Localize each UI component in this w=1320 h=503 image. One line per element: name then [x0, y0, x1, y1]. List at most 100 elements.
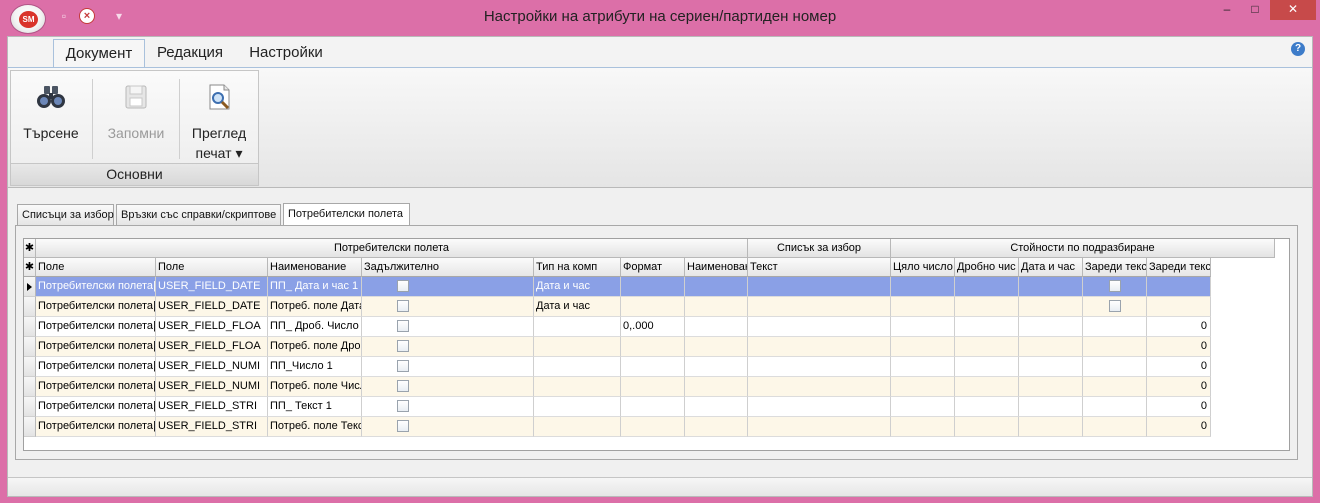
cell-decimal[interactable] [955, 377, 1019, 397]
cell-format[interactable] [621, 357, 685, 377]
cell-integer[interactable] [891, 377, 955, 397]
cell-field-path[interactable]: Потребителски полета|Потребителско поле [36, 357, 156, 377]
required-checkbox[interactable] [397, 320, 409, 332]
cell-required[interactable] [362, 317, 534, 337]
cell-load-text-1[interactable] [1083, 297, 1147, 317]
cell-required[interactable] [362, 397, 534, 417]
tab-report-links[interactable]: Връзки със справки/скриптове [116, 204, 281, 226]
cell-list-name[interactable] [685, 417, 748, 437]
cell-format[interactable] [621, 297, 685, 317]
cell-name[interactable]: Потреб. поле Число 2 [268, 377, 362, 397]
cell-field[interactable]: USER_FIELD_STRI [156, 417, 268, 437]
cell-list-name[interactable] [685, 297, 748, 317]
cell-field-path[interactable]: Потребителски полета|Потребителско поле [36, 397, 156, 417]
cell-name[interactable]: ПП_ Текст 1 [268, 397, 362, 417]
cell-list-name[interactable] [685, 277, 748, 297]
cell-decimal[interactable] [955, 357, 1019, 377]
cell-format[interactable] [621, 417, 685, 437]
cell-field[interactable]: USER_FIELD_NUMI [156, 377, 268, 397]
row-indicator[interactable] [24, 277, 36, 297]
cell-text[interactable] [748, 377, 891, 397]
cell-load-text-1[interactable] [1083, 397, 1147, 417]
cell-load-text-2[interactable]: 0 [1147, 377, 1211, 397]
cell-decimal[interactable] [955, 337, 1019, 357]
print-preview-button[interactable]: Преглед печат ▾ [183, 75, 255, 161]
tab-settings[interactable]: Настройки [241, 39, 331, 67]
required-checkbox[interactable] [397, 340, 409, 352]
cell-required[interactable] [362, 357, 534, 377]
cell-field[interactable]: USER_FIELD_STRI [156, 397, 268, 417]
col-load-text-2-header[interactable]: Зареди текс [1147, 258, 1211, 277]
cell-datetime[interactable] [1019, 397, 1083, 417]
cell-field[interactable]: USER_FIELD_FLOA [156, 337, 268, 357]
cell-load-text-1[interactable] [1083, 377, 1147, 397]
cell-format[interactable] [621, 337, 685, 357]
search-button[interactable]: Търсене [15, 75, 87, 161]
cell-integer[interactable] [891, 297, 955, 317]
cell-name[interactable]: ПП_ Дата и час 1 [268, 277, 362, 297]
required-checkbox[interactable] [397, 360, 409, 372]
col-format-header[interactable]: Формат [621, 258, 685, 277]
required-checkbox[interactable] [397, 380, 409, 392]
maximize-button[interactable]: □ [1242, 0, 1268, 20]
col-integer-header[interactable]: Цяло число [891, 258, 955, 277]
cell-field-path[interactable]: Потребителски полета|Потребителско поле [36, 277, 156, 297]
cell-field-path[interactable]: Потребителски полета|Потребителско поле [36, 377, 156, 397]
cell-required[interactable] [362, 297, 534, 317]
cell-load-text-2[interactable] [1147, 277, 1211, 297]
row-indicator[interactable] [24, 397, 36, 417]
cell-component-type[interactable]: Дата и час [534, 297, 621, 317]
save-button[interactable]: Запомни [97, 75, 175, 161]
cell-load-text-2[interactable] [1147, 297, 1211, 317]
required-checkbox[interactable] [397, 420, 409, 432]
cell-format[interactable]: 0,.000 [621, 317, 685, 337]
cell-datetime[interactable] [1019, 277, 1083, 297]
cell-list-name[interactable] [685, 397, 748, 417]
cell-component-type[interactable] [534, 317, 621, 337]
cell-field-path[interactable]: Потребителски полета|Потребителско поле [36, 337, 156, 357]
cell-list-name[interactable] [685, 337, 748, 357]
user-fields-grid[interactable]: ✱ Потребителски полета Списък за избор С… [23, 238, 1290, 451]
load-text-checkbox[interactable] [1109, 300, 1121, 312]
cell-load-text-2[interactable]: 0 [1147, 397, 1211, 417]
cell-name[interactable]: Потреб. поле Дата и час 2 [268, 297, 362, 317]
close-button[interactable]: ✕ [1270, 0, 1316, 20]
cell-component-type[interactable] [534, 397, 621, 417]
cell-component-type[interactable] [534, 357, 621, 377]
cell-datetime[interactable] [1019, 377, 1083, 397]
required-checkbox[interactable] [397, 300, 409, 312]
cell-integer[interactable] [891, 277, 955, 297]
cell-name[interactable]: ПП_Число 1 [268, 357, 362, 377]
cell-field-path[interactable]: Потребителски полета|Потребителско поле [36, 317, 156, 337]
cell-text[interactable] [748, 357, 891, 377]
required-checkbox[interactable] [397, 400, 409, 412]
cell-field-path[interactable]: Потребителски полета|Потребителско поле [36, 297, 156, 317]
col-list-name-header[interactable]: Наименование [685, 258, 748, 277]
cell-integer[interactable] [891, 357, 955, 377]
cell-load-text-2[interactable]: 0 [1147, 417, 1211, 437]
cell-text[interactable] [748, 397, 891, 417]
cell-field[interactable]: USER_FIELD_NUMI [156, 357, 268, 377]
cell-decimal[interactable] [955, 277, 1019, 297]
cell-component-type[interactable]: Дата и час [534, 277, 621, 297]
cell-integer[interactable] [891, 337, 955, 357]
tab-document[interactable]: Документ [53, 39, 145, 67]
col-field-header[interactable]: Поле [156, 258, 268, 277]
cell-load-text-2[interactable]: 0 [1147, 317, 1211, 337]
cell-required[interactable] [362, 377, 534, 397]
grid-corner-icon[interactable]: ✱ [24, 239, 36, 258]
cell-list-name[interactable] [685, 317, 748, 337]
column-corner-icon[interactable]: ✱ [24, 258, 36, 277]
tab-user-fields[interactable]: Потребителски полета [283, 203, 410, 226]
cell-integer[interactable] [891, 417, 955, 437]
cell-load-text-1[interactable] [1083, 357, 1147, 377]
cell-name[interactable]: Потреб. поле Дроб. Число 2 [268, 337, 362, 357]
row-indicator[interactable] [24, 377, 36, 397]
cell-load-text-2[interactable]: 0 [1147, 337, 1211, 357]
col-name-header[interactable]: Наименование [268, 258, 362, 277]
cell-format[interactable] [621, 277, 685, 297]
cell-decimal[interactable] [955, 397, 1019, 417]
row-indicator[interactable] [24, 317, 36, 337]
cell-field[interactable]: USER_FIELD_DATE [156, 277, 268, 297]
cell-text[interactable] [748, 337, 891, 357]
